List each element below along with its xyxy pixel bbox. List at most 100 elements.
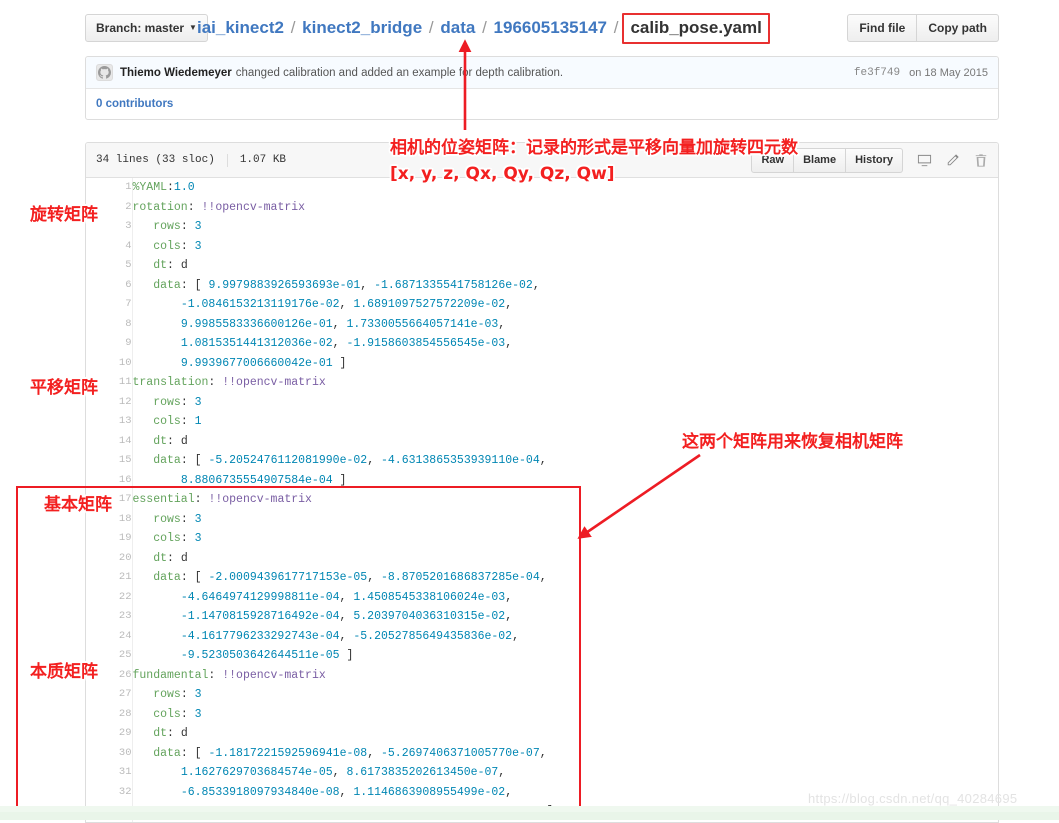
code-line: 11 translation: !!opencv-matrix (86, 373, 998, 393)
line-number[interactable]: 3 (86, 217, 133, 237)
line-number[interactable]: 9 (86, 334, 133, 354)
line-number[interactable]: 31 (86, 763, 133, 783)
copy-path-button[interactable]: Copy path (917, 14, 999, 42)
line-number[interactable]: 29 (86, 724, 133, 744)
line-number[interactable]: 4 (86, 236, 133, 256)
line-number[interactable]: 19 (86, 529, 133, 549)
commit-message[interactable]: changed calibration and added an example… (236, 67, 563, 79)
line-number[interactable]: 24 (86, 626, 133, 646)
line-content: -7.0056301516242358e-04, -3.223782418446… (180, 805, 554, 818)
code-line: 16 8.8806735554907584e-04 ] (86, 470, 998, 490)
code-line: 3 rows: 3 (86, 217, 998, 237)
latest-commit-box: Thiemo Wiedemeyer changed calibration an… (85, 56, 999, 120)
breadcrumb-repo-link[interactable]: iai_kinect2 (197, 18, 284, 37)
code-line: 15 data: [ -5.2052476112081990e-02, -4.6… (86, 451, 998, 471)
file-actions: Raw Blame History (751, 147, 988, 173)
line-number[interactable]: 1 (86, 178, 133, 198)
line-content: data: [ 9.9979883926593693e-01, -1.68713… (153, 278, 540, 292)
line-content: rows: 3 (153, 220, 202, 233)
line-number[interactable]: 32 (86, 782, 133, 802)
commit-row: Thiemo Wiedemeyer changed calibration an… (86, 57, 998, 89)
line-content: cols: 3 (153, 532, 202, 545)
branch-selector-button[interactable]: Branch: master ▼ (85, 14, 208, 42)
commit-date: on 18 May 2015 (909, 66, 988, 79)
line-number[interactable]: 7 (86, 295, 133, 315)
line-content: %YAML:1.0 (132, 181, 195, 194)
code-line: 12 rows: 3 (86, 392, 998, 412)
trash-delete-icon[interactable] (974, 153, 988, 168)
octocat-avatar-icon (96, 64, 113, 81)
line-number[interactable]: 14 (86, 431, 133, 451)
line-content: -4.6464974129998811e-04, 1.4508545338106… (180, 590, 513, 604)
line-content: data: [ -2.0009439617717153e-05, -8.8705… (153, 571, 547, 584)
line-content: 1.1627629703684574e-05, 8.61738352026134… (180, 766, 506, 779)
line-number[interactable]: 2 (86, 197, 133, 217)
line-number[interactable]: 17 (86, 490, 133, 510)
code-line: 9 1.0815351441312036e-02, -1.91586038545… (86, 334, 998, 354)
line-number[interactable]: 23 (86, 607, 133, 627)
line-content: rotation: !!opencv-matrix (132, 200, 306, 214)
line-number[interactable]: 15 (86, 451, 133, 471)
find-file-button[interactable]: Find file (847, 14, 918, 42)
code-line: 22 -4.6464974129998811e-04, 1.4508545338… (86, 587, 998, 607)
file-toolbar-buttons: Find file Copy path (847, 14, 999, 42)
code-line: 32 -6.8533918097934840e-08, 1.1146863908… (86, 782, 998, 802)
line-number[interactable]: 12 (86, 392, 133, 412)
code-line: 21 data: [ -2.0009439617717153e-05, -8.8… (86, 568, 998, 588)
raw-button[interactable]: Raw (751, 147, 795, 173)
line-number[interactable]: 28 (86, 704, 133, 724)
line-number[interactable]: 11 (86, 373, 133, 393)
contributors-row: 0 contributors (86, 89, 998, 119)
line-number[interactable]: 27 (86, 685, 133, 705)
line-number[interactable]: 10 (86, 353, 133, 373)
line-content: rows: 3 (153, 688, 202, 701)
code-line: 7 -1.0846153213119176e-02, 1.68910975275… (86, 295, 998, 315)
line-content: 9.9939677006660042e-01 ] (180, 356, 347, 370)
file-header: 34 lines (33 sloc) 1.07 KB Raw Blame His… (86, 143, 998, 178)
line-content: -4.1617796233292743e-04, -5.205278564943… (180, 629, 519, 643)
line-number[interactable]: 8 (86, 314, 133, 334)
code-viewer: 1 %YAML:1.0 2 rotation: !!opencv-matrix 3 ro… (86, 178, 998, 822)
line-number[interactable]: 33 (86, 802, 133, 822)
code-line: 17 essential: !!opencv-matrix (86, 490, 998, 510)
breadcrumb-current-file-highlight: calib_pose.yaml (622, 13, 770, 44)
breadcrumb-separator-2: / (428, 18, 434, 37)
file-action-button-group: Raw Blame History (751, 147, 903, 173)
line-content: fundamental: !!opencv-matrix (132, 668, 326, 682)
contributors-link[interactable]: 0 contributors (96, 98, 173, 110)
breadcrumb-separator-4: / (613, 18, 619, 37)
line-number[interactable]: 13 (86, 412, 133, 432)
code-line: 4 cols: 3 (86, 236, 998, 256)
code-line: 8 9.9985583336600126e-01, 1.733005566405… (86, 314, 998, 334)
line-content: rows: 3 (153, 512, 202, 526)
code-line: 14 dt: d (86, 431, 998, 451)
open-in-desktop-icon[interactable] (917, 153, 932, 168)
breadcrumb-dir-link-1[interactable]: data (440, 18, 475, 37)
commit-author-name[interactable]: Thiemo Wiedemeyer (120, 67, 232, 79)
code-line: 5 dt: d (86, 256, 998, 276)
code-line: 26 fundamental: !!opencv-matrix (86, 665, 998, 685)
line-number[interactable]: 20 (86, 548, 133, 568)
commit-sha[interactable]: fe3f749 (854, 67, 900, 79)
line-content: -1.1470815928716492e-04, 5.2039704036310… (180, 610, 513, 623)
line-number[interactable]: 16 (86, 470, 133, 490)
line-number[interactable]: 30 (86, 743, 133, 763)
line-number[interactable]: 18 (86, 509, 133, 529)
breadcrumb-dir-link-0[interactable]: kinect2_bridge (302, 18, 422, 37)
line-number[interactable]: 22 (86, 587, 133, 607)
file-size: 1.07 KB (239, 154, 287, 166)
line-number[interactable]: 26 (86, 665, 133, 685)
code-line: 24 -4.1617796233292743e-04, -5.205278564… (86, 626, 998, 646)
line-number[interactable]: 6 (86, 275, 133, 295)
history-button[interactable]: History (846, 147, 903, 173)
pencil-edit-icon[interactable] (946, 153, 960, 167)
line-content: 8.8806735554907584e-04 ] (180, 473, 347, 487)
line-number[interactable]: 25 (86, 646, 133, 666)
line-content: translation: !!opencv-matrix (132, 376, 326, 389)
code-line: 28 cols: 3 (86, 704, 998, 724)
line-number[interactable]: 5 (86, 256, 133, 276)
code-line: 20 dt: d (86, 548, 998, 568)
line-number[interactable]: 21 (86, 568, 133, 588)
breadcrumb-dir-link-2[interactable]: 196605135147 (494, 18, 607, 37)
blame-button[interactable]: Blame (794, 147, 847, 173)
